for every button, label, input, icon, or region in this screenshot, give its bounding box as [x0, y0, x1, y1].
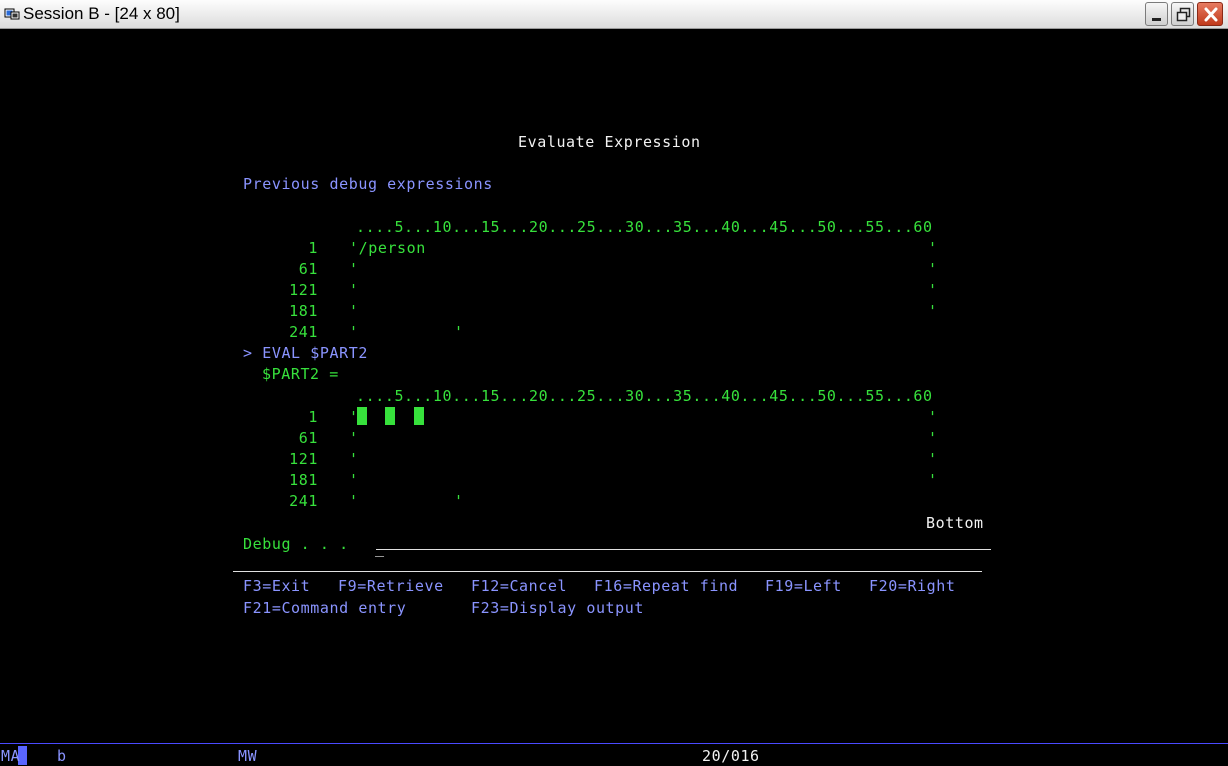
result-label: $PART2 =	[262, 365, 339, 383]
row-content: '	[349, 281, 359, 299]
row-number: 1	[308, 408, 318, 426]
debug-input-cursor: _	[375, 539, 385, 557]
row-number: 61	[298, 260, 318, 278]
debug-label: Debug . . .	[243, 535, 349, 553]
row-end-quote: '	[928, 239, 938, 257]
fkey-right[interactable]: F20=Right	[869, 577, 956, 595]
row-end-quote: '	[928, 450, 938, 468]
nondisplay-char-block	[385, 407, 395, 425]
status-session: b	[57, 747, 67, 765]
row-end-quote: '	[928, 471, 938, 489]
fkey-repeat-find[interactable]: F16=Repeat find	[594, 577, 738, 595]
row-end-quote: '	[928, 281, 938, 299]
row-content: '	[349, 492, 359, 510]
screen-heading: Evaluate Expression	[518, 133, 701, 151]
terminal-screen[interactable]: Evaluate Expression Previous debug expre…	[0, 29, 1228, 741]
column-ruler: ....5...10...15...20...25...30...35...40…	[356, 387, 933, 405]
row-end-quote: '	[928, 408, 938, 426]
row-number: 181	[289, 471, 318, 489]
fkey-display-output[interactable]: F23=Display output	[471, 599, 644, 617]
row-content: '	[349, 323, 359, 341]
row-end-quote: '	[454, 492, 464, 510]
nondisplay-char-block	[414, 407, 424, 425]
separator-line	[233, 571, 982, 572]
window-title: Session B - [24 x 80]	[23, 4, 180, 23]
status-mode: MA	[1, 747, 21, 765]
cursor-position: 20/016	[702, 747, 760, 765]
fkey-left[interactable]: F19=Left	[765, 577, 842, 595]
row-content: '	[349, 471, 359, 489]
status-mw: MW	[238, 747, 258, 765]
row-number: 241	[289, 323, 318, 341]
minimize-icon	[1152, 18, 1161, 21]
maximize-button[interactable]	[1171, 2, 1194, 26]
row-number: 121	[289, 281, 318, 299]
row-end-quote: '	[454, 323, 464, 341]
row-number: 241	[289, 492, 318, 510]
row-end-quote: '	[928, 429, 938, 447]
fkey-cancel[interactable]: F12=Cancel	[471, 577, 567, 595]
nondisplay-char-block	[357, 407, 367, 425]
terminal-app-icon	[4, 8, 20, 20]
row-content: '	[349, 260, 359, 278]
fkey-command-entry[interactable]: F21=Command entry	[243, 599, 406, 617]
row-content: '	[349, 450, 359, 468]
row-content: '	[349, 302, 359, 320]
row-content: '	[349, 429, 359, 447]
row-number: 121	[289, 450, 318, 468]
fkey-retrieve[interactable]: F9=Retrieve	[338, 577, 444, 595]
row-content: '/person	[349, 239, 426, 257]
section-label: Previous debug expressions	[243, 175, 493, 193]
status-bar: MA b MW 20/016	[0, 743, 1228, 766]
row-end-quote: '	[928, 260, 938, 278]
fkey-exit[interactable]: F3=Exit	[243, 577, 310, 595]
row-number: 1	[308, 239, 318, 257]
column-ruler: ....5...10...15...20...25...30...35...40…	[356, 218, 933, 236]
window-title-bar[interactable]: Session B - [24 x 80]	[0, 0, 1228, 29]
eval-command: > EVAL $PART2	[243, 344, 368, 362]
close-button[interactable]	[1197, 2, 1223, 26]
row-number: 61	[298, 429, 318, 447]
debug-input-field[interactable]	[376, 549, 991, 550]
row-end-quote: '	[928, 302, 938, 320]
minimize-button[interactable]	[1145, 2, 1168, 26]
bottom-indicator: Bottom	[926, 514, 984, 532]
close-icon	[1204, 7, 1218, 22]
restore-icon	[1176, 7, 1191, 22]
row-number: 181	[289, 302, 318, 320]
